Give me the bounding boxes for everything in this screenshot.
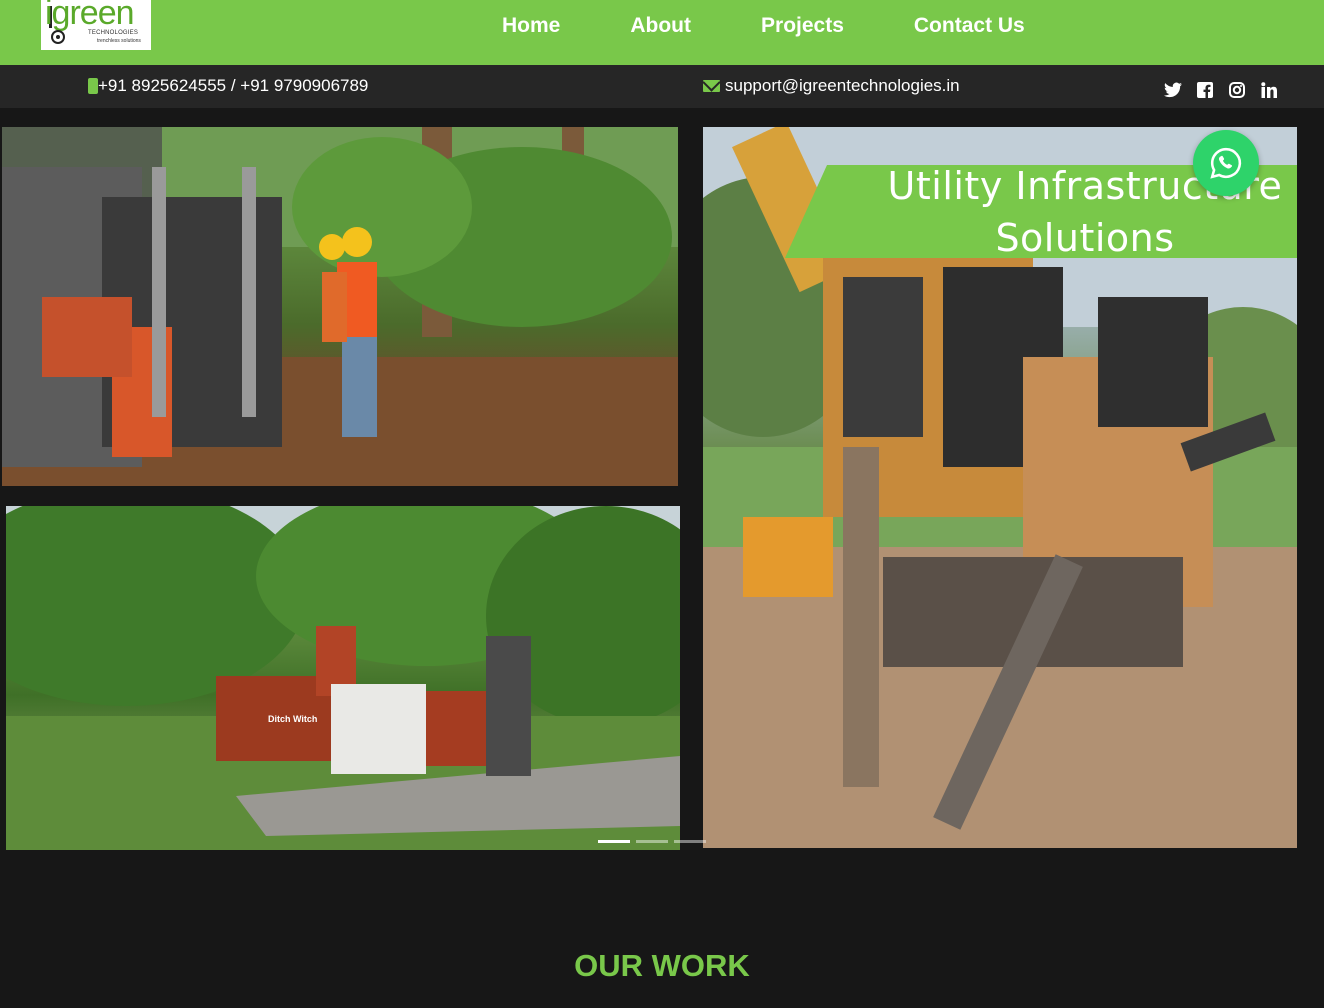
section-title-our-work: OUR WORK [574, 948, 750, 983]
facebook-icon[interactable] [1196, 81, 1214, 99]
nav-contact-us[interactable]: Contact Us [914, 14, 1025, 38]
email-contact[interactable]: support@igreentechnologies.in [703, 76, 960, 96]
brand-logo[interactable]: igreen TECHNOLOGIES trenchless solutions [41, 0, 151, 50]
linkedin-icon[interactable] [1260, 81, 1278, 99]
phone-contact[interactable]: +91 8925624555 / +91 9790906789 [88, 76, 368, 96]
social-links [1164, 81, 1278, 99]
main-nav: Home About Projects Contact Us [467, 0, 1060, 52]
phone-numbers: +91 8925624555 / +91 9790906789 [98, 76, 369, 95]
logo-gear-icon [51, 30, 65, 44]
carousel-indicators [598, 840, 706, 843]
mail-icon [703, 80, 720, 92]
workers-scene [2, 127, 678, 486]
logo-subtitle: TECHNOLOGIES [88, 30, 139, 36]
nav-projects[interactable]: Projects [761, 14, 844, 38]
logo-tagline: trenchless solutions [97, 38, 141, 44]
email-address: support@igreentechnologies.in [725, 76, 960, 95]
phone-icon [88, 78, 98, 94]
top-navbar: igreen TECHNOLOGIES trenchless solutions… [0, 0, 1324, 65]
carousel-indicator-3[interactable] [674, 840, 706, 843]
whatsapp-icon [1210, 147, 1242, 179]
nav-home[interactable]: Home [502, 14, 560, 38]
contact-bar: +91 8925624555 / +91 9790906789 support@… [0, 65, 1324, 108]
nav-about[interactable]: About [630, 14, 691, 38]
carousel-indicator-2[interactable] [636, 840, 668, 843]
ditch-witch-scene: Ditch Witch [6, 506, 680, 850]
twitter-icon[interactable] [1164, 81, 1182, 99]
whatsapp-button[interactable] [1193, 130, 1259, 196]
machine-label: Ditch Witch [268, 714, 317, 724]
hero-photo-workers [2, 127, 678, 486]
carousel-indicator-1[interactable] [598, 840, 630, 843]
instagram-icon[interactable] [1228, 81, 1246, 99]
hero-photo-ditch-witch: Ditch Witch [6, 506, 680, 850]
logo-text: igreen [45, 0, 135, 32]
